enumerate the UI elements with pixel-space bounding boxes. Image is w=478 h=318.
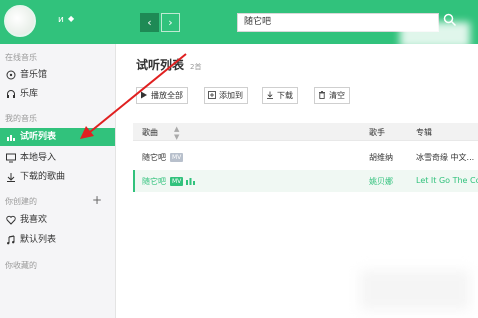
mv-badge[interactable]: MV <box>170 153 184 162</box>
add-playlist-icon[interactable]: + <box>92 193 102 207</box>
sidebar-item-library[interactable]: 乐库 <box>0 85 115 103</box>
mv-badge[interactable]: MV <box>170 177 184 186</box>
download-button[interactable]: 下载 <box>262 87 298 104</box>
column-album[interactable]: 专辑 <box>416 127 432 138</box>
download-icon <box>267 91 273 99</box>
play-all-button[interactable]: 播放全部 <box>136 87 188 104</box>
headphones-icon <box>7 90 15 98</box>
artist-name[interactable]: 姚贝娜 <box>369 176 393 187</box>
table-header: 歌曲 ▲ ▼ 歌手 专辑 <box>133 123 478 141</box>
table-row[interactable]: 随它吧 MV 胡维纳 冰雪奇缘 中文... <box>133 146 478 168</box>
track-count: 2首 <box>190 63 202 71</box>
column-artist[interactable]: 歌手 <box>369 127 385 138</box>
table-row[interactable]: 随它吧MV 姚贝娜 Let It Go The Co... <box>133 170 478 192</box>
artist-name[interactable]: 胡维纳 <box>369 152 393 163</box>
song-title[interactable]: 随它吧 MV <box>142 176 198 187</box>
sidebar-item-local-import[interactable]: 本地导入 <box>0 149 115 167</box>
album-name[interactable]: Let It Go The Co... <box>416 176 478 185</box>
sidebar-item-trial-list[interactable]: 试听列表 <box>0 128 115 146</box>
sidebar-item-music-hall[interactable]: 音乐馆 <box>0 66 115 84</box>
sidebar-item-label: 本地导入 <box>20 153 57 163</box>
play-icon <box>141 91 147 99</box>
sidebar-item-favorites[interactable]: 我喜欢 <box>0 211 115 229</box>
monitor-icon <box>6 153 16 163</box>
plus-box-icon <box>208 91 216 99</box>
playing-bars-icon <box>186 178 196 185</box>
download-icon <box>7 173 15 182</box>
section-title-my-music: 我的音乐 <box>5 114 37 123</box>
sidebar-item-label: 试听列表 <box>20 132 57 142</box>
section-title-online: 在线音乐 <box>5 53 37 62</box>
equalizer-icon <box>7 135 15 141</box>
back-button[interactable]: ‹ <box>140 13 159 32</box>
heart-icon <box>6 215 16 225</box>
trash-icon <box>319 91 325 99</box>
clear-button[interactable]: 清空 <box>314 87 350 104</box>
blurred-region <box>360 270 470 310</box>
section-title-created: 你创建的 <box>5 197 37 206</box>
sidebar-item-label: 默认列表 <box>20 235 57 245</box>
sidebar-item-label: 我喜欢 <box>20 215 48 225</box>
section-title-collected: 你收藏的 <box>5 261 37 270</box>
album-name[interactable]: 冰雪奇缘 中文... <box>416 152 474 163</box>
song-title[interactable]: 随它吧 MV <box>142 152 184 163</box>
sidebar-item-label: 音乐馆 <box>20 70 48 80</box>
sidebar-item-default-list[interactable]: 默认列表 <box>0 231 115 249</box>
sidebar-item-downloads[interactable]: 下载的歌曲 <box>0 168 115 186</box>
user-tag: и <box>58 15 64 25</box>
column-song[interactable]: 歌曲 <box>142 127 158 138</box>
forward-button[interactable]: › <box>161 13 180 32</box>
add-to-button[interactable]: 添加到 <box>204 87 248 104</box>
disc-icon <box>6 70 16 80</box>
vip-diamond-icon: ◆ <box>68 14 75 23</box>
sidebar-item-label: 乐库 <box>20 89 39 99</box>
sort-icon[interactable]: ▲ ▼ <box>174 125 179 141</box>
avatar[interactable] <box>4 5 36 37</box>
sidebar-item-label: 下载的歌曲 <box>20 172 66 182</box>
page-title: 试听列表 <box>136 58 185 72</box>
music-note-icon <box>7 235 15 245</box>
blurred-region <box>400 22 470 48</box>
